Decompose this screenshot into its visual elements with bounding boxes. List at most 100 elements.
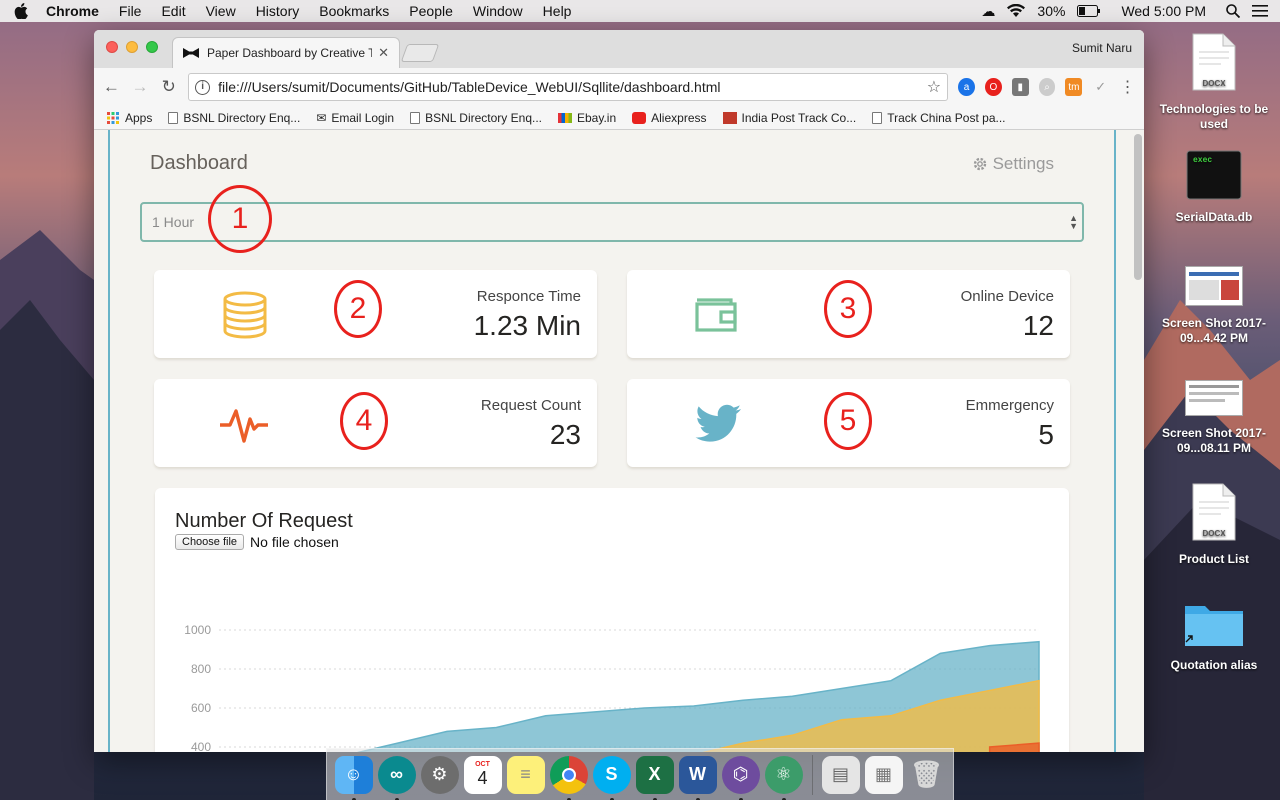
desktop-icon-label: Quotation alias — [1170, 658, 1258, 672]
bookmark-apps[interactable]: Apps — [106, 111, 152, 125]
chrome-icon[interactable] — [549, 755, 588, 800]
request-area-chart: 1000 800 600 400 — [184, 623, 1040, 752]
gear-icon — [973, 157, 986, 171]
opera-extension-icon[interactable]: O — [984, 78, 1002, 96]
recent-window-icon[interactable]: ▦ — [864, 755, 903, 794]
bowtie-favicon-icon — [183, 48, 199, 58]
word-icon[interactable]: W — [678, 755, 717, 800]
menu-bookmarks[interactable]: Bookmarks — [319, 3, 389, 19]
browser-tab[interactable]: Paper Dashboard by Creative T ✕ — [172, 37, 400, 68]
bookmark-label: Apps — [125, 110, 153, 125]
github-desktop-icon[interactable]: ⌬ — [721, 755, 760, 800]
extension-check-icon[interactable]: ✓ — [1092, 78, 1109, 96]
battery-icon[interactable] — [1077, 5, 1101, 17]
desktop-file-screenshot-1[interactable]: Screen Shot 2017-09...4.42 PM — [1154, 266, 1274, 346]
close-tab-icon[interactable]: ✕ — [378, 45, 389, 61]
profile-name[interactable]: Sumit Naru — [1072, 41, 1132, 55]
chrome-menu-icon[interactable]: ⋮ — [1119, 78, 1136, 96]
apple-menu-icon[interactable] — [14, 3, 28, 19]
desktop-icon-label: Screen Shot 2017-09...08.11 PM — [1161, 426, 1267, 455]
menu-window[interactable]: Window — [473, 3, 523, 19]
web-page: Dashboard Settings 1 Hour ▲ ▼ 1 Responce… — [94, 130, 1144, 752]
desktop-folder-quotation[interactable]: Quotation alias — [1154, 598, 1274, 673]
desktop-file-technologies[interactable]: DOCX Technologies to be used — [1154, 32, 1274, 132]
back-button[interactable]: ← — [102, 77, 121, 97]
tab-strip: Paper Dashboard by Creative T ✕ Sumit Na… — [94, 30, 1144, 68]
bookmark-bsnl-2[interactable]: BSNL Directory Enq... — [410, 111, 542, 125]
menu-edit[interactable]: Edit — [161, 3, 185, 19]
trash-icon[interactable]: 🗑 — [908, 756, 946, 794]
page-icon — [872, 111, 883, 124]
wifi-icon[interactable] — [1007, 4, 1026, 18]
address-bar[interactable]: i file:///Users/sumit/Documents/GitHub/T… — [188, 73, 949, 101]
macos-menu-bar: Chrome File Edit View History Bookmarks … — [0, 0, 1280, 22]
forward-button[interactable]: → — [131, 77, 150, 97]
settings-link[interactable]: Settings — [972, 154, 1054, 174]
bookmark-ebay[interactable]: Ebay.in — [558, 111, 616, 125]
bookmark-label: Track China Post pa... — [887, 110, 1006, 125]
menu-file[interactable]: File — [119, 3, 142, 19]
bookmark-email-login[interactable]: ✉ Email Login — [316, 111, 394, 125]
file-badge: exec — [1193, 156, 1212, 165]
system-preferences-icon[interactable]: ⚙ — [420, 755, 459, 794]
extension-search-icon[interactable]: ⌕ — [1038, 78, 1056, 96]
reload-button[interactable]: ↻ — [159, 77, 178, 97]
close-window-button[interactable] — [106, 41, 118, 53]
bookmark-label: India Post Track Co... — [741, 110, 857, 125]
bookmark-aliexpress[interactable]: Aliexpress — [632, 111, 707, 125]
menu-chrome[interactable]: Chrome — [46, 3, 99, 19]
battery-percent: 30% — [1037, 3, 1066, 19]
menu-view[interactable]: View — [206, 3, 236, 19]
extension-a-icon[interactable]: a — [958, 78, 975, 96]
desktop-icon-label: SerialData.db — [1175, 210, 1253, 224]
desktop-file-serialdata[interactable]: exec SerialData.db — [1154, 150, 1274, 225]
menu-people[interactable]: People — [409, 3, 453, 19]
macos-dock: ☺ ∞ ⚙ OCT 4 ≡ S X W ⌬ ⚛ ▤ ▦ 🗑 — [326, 748, 954, 800]
page-title: Dashboard — [150, 152, 248, 174]
page-info-icon[interactable]: i — [195, 79, 211, 95]
calendar-icon[interactable]: OCT 4 — [463, 755, 502, 794]
page-scrollbar[interactable] — [1134, 134, 1142, 280]
atom-icon[interactable]: ⚛ — [764, 755, 803, 800]
menu-clock[interactable]: Wed 5:00 PM — [1121, 3, 1206, 19]
creative-cloud-icon[interactable]: ☁ — [981, 3, 995, 20]
downloads-stack-icon[interactable]: ▤ — [821, 755, 860, 794]
select-arrows-icon: ▲ ▼ — [1069, 213, 1078, 231]
bookmark-star-icon[interactable]: ☆ — [927, 77, 941, 97]
bookmark-india-post[interactable]: India Post Track Co... — [722, 110, 857, 125]
notification-center-icon[interactable] — [1252, 5, 1268, 17]
bookmark-bsnl-1[interactable]: BSNL Directory Enq... — [168, 111, 300, 125]
time-range-select[interactable]: 1 Hour ▲ ▼ — [140, 202, 1084, 242]
arduino-icon[interactable]: ∞ — [377, 755, 416, 800]
annotation-circle-5: 5 — [824, 392, 872, 450]
desktop-icon-label: Technologies to be used — [1159, 102, 1269, 131]
extension-plug-icon[interactable]: ▮ — [1011, 78, 1029, 96]
excel-icon[interactable]: X — [635, 755, 674, 800]
menu-history[interactable]: History — [256, 3, 300, 19]
chart-y-tick-label: 1000 — [184, 623, 211, 637]
chart-y-tick-label: 600 — [191, 701, 211, 715]
notes-icon[interactable]: ≡ — [506, 755, 545, 794]
skype-icon[interactable]: S — [592, 755, 631, 800]
browser-toolbar: ← → ↻ i file:///Users/sumit/Documents/Gi… — [94, 68, 1144, 106]
calendar-day: 4 — [477, 767, 488, 788]
screenshot-thumbnail-icon — [1185, 266, 1243, 306]
new-tab-button[interactable] — [400, 44, 440, 62]
minimize-window-button[interactable] — [126, 41, 138, 53]
menu-help[interactable]: Help — [543, 3, 572, 19]
zoom-window-button[interactable] — [146, 41, 158, 53]
card-label: Request Count — [480, 397, 581, 414]
bookmark-china-post[interactable]: Track China Post pa... — [872, 110, 1006, 125]
extension-tm-icon[interactable]: tm — [1065, 78, 1083, 96]
folder-alias-icon — [1185, 606, 1243, 646]
desktop-file-product-list[interactable]: DOCX Product List — [1154, 482, 1274, 567]
url-text[interactable]: file:///Users/sumit/Documents/GitHub/Tab… — [218, 79, 927, 95]
pulse-icon — [220, 409, 268, 443]
finder-icon[interactable]: ☺ — [334, 755, 373, 800]
choose-file-button[interactable]: Choose file — [175, 534, 245, 550]
desktop-file-screenshot-2[interactable]: Screen Shot 2017-09...08.11 PM — [1154, 380, 1274, 456]
dock-separator — [811, 754, 813, 795]
apps-grid-icon — [107, 111, 119, 124]
spotlight-search-icon[interactable] — [1226, 4, 1240, 18]
bookmark-label: BSNL Directory Enq... — [425, 110, 542, 125]
